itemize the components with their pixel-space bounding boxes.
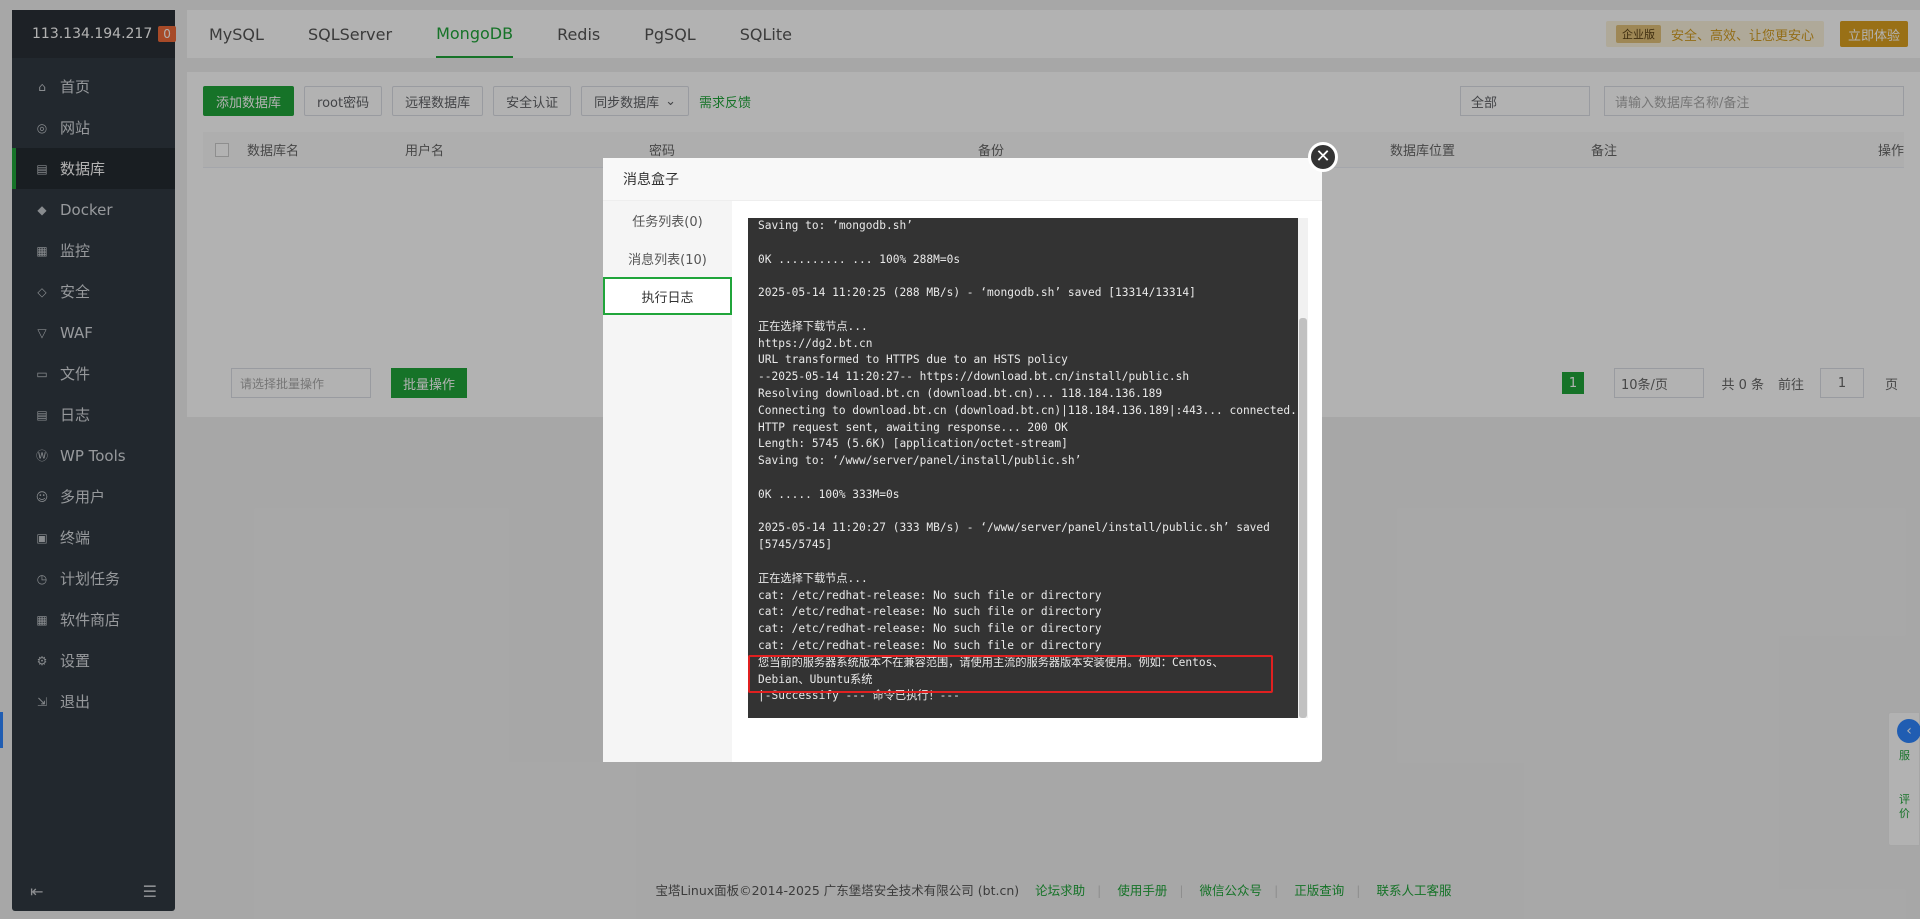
log-line: Resolving download.bt.cn (download.bt.cn… — [758, 386, 1163, 400]
log-line: cat: /etc/redhat-release: No such file o… — [758, 588, 1102, 602]
log-line: cat: /etc/redhat-release: No such file o… — [758, 638, 1102, 652]
log-scroll-thumb[interactable] — [1299, 318, 1307, 718]
log-line: Saving to: ‘mongodb.sh’ — [758, 219, 913, 232]
log-scrollbar[interactable] — [1298, 218, 1308, 718]
error-highlight-box — [748, 655, 1273, 693]
log-line: 0K .......... ... 100% 288M=0s — [758, 252, 961, 266]
log-line: cat: /etc/redhat-release: No such file o… — [758, 605, 1102, 619]
log-line: 2025-05-14 11:20:27 (333 MB/s) - ‘/www/s… — [758, 521, 1270, 535]
log-line: 正在选择下载节点... — [758, 319, 868, 333]
log-line: https://dg2.bt.cn — [758, 336, 873, 350]
log-line: Length: 5745 (5.6K) [application/octet-s… — [758, 437, 1068, 451]
log-line: Saving to: ‘/www/server/panel/install/pu… — [758, 454, 1082, 468]
log-line: cat: /etc/redhat-release: No such file o… — [758, 622, 1102, 636]
log-line: 0K ..... 100% 333M=0s — [758, 487, 900, 501]
log-line: Connecting to download.bt.cn (download.b… — [758, 403, 1297, 417]
log-line: [5745/5745] — [758, 538, 833, 552]
modal-side-item-1[interactable]: 消息列表(10) — [603, 239, 732, 277]
exec-log-console[interactable]: Saving to: ‘mongodb.sh’ 0K .......... ...… — [748, 218, 1308, 718]
modal-side-item-2[interactable]: 执行日志 — [603, 277, 732, 315]
log-line: HTTP request sent, awaiting response... … — [758, 420, 1068, 434]
close-icon[interactable]: ✕ — [1308, 142, 1338, 172]
log-line: --2025-05-14 11:20:27-- https://download… — [758, 370, 1190, 384]
log-line: 2025-05-14 11:20:25 (288 MB/s) - ‘mongod… — [758, 286, 1196, 300]
modal-sidebar: 任务列表(0) 消息列表(10) 执行日志 — [603, 201, 732, 762]
modal-side-item-0[interactable]: 任务列表(0) — [603, 201, 732, 239]
log-line: URL transformed to HTTPS due to an HSTS … — [758, 353, 1068, 367]
modal-title: 消息盒子 — [603, 158, 1322, 201]
log-line: 正在选择下载节点... — [758, 571, 868, 585]
